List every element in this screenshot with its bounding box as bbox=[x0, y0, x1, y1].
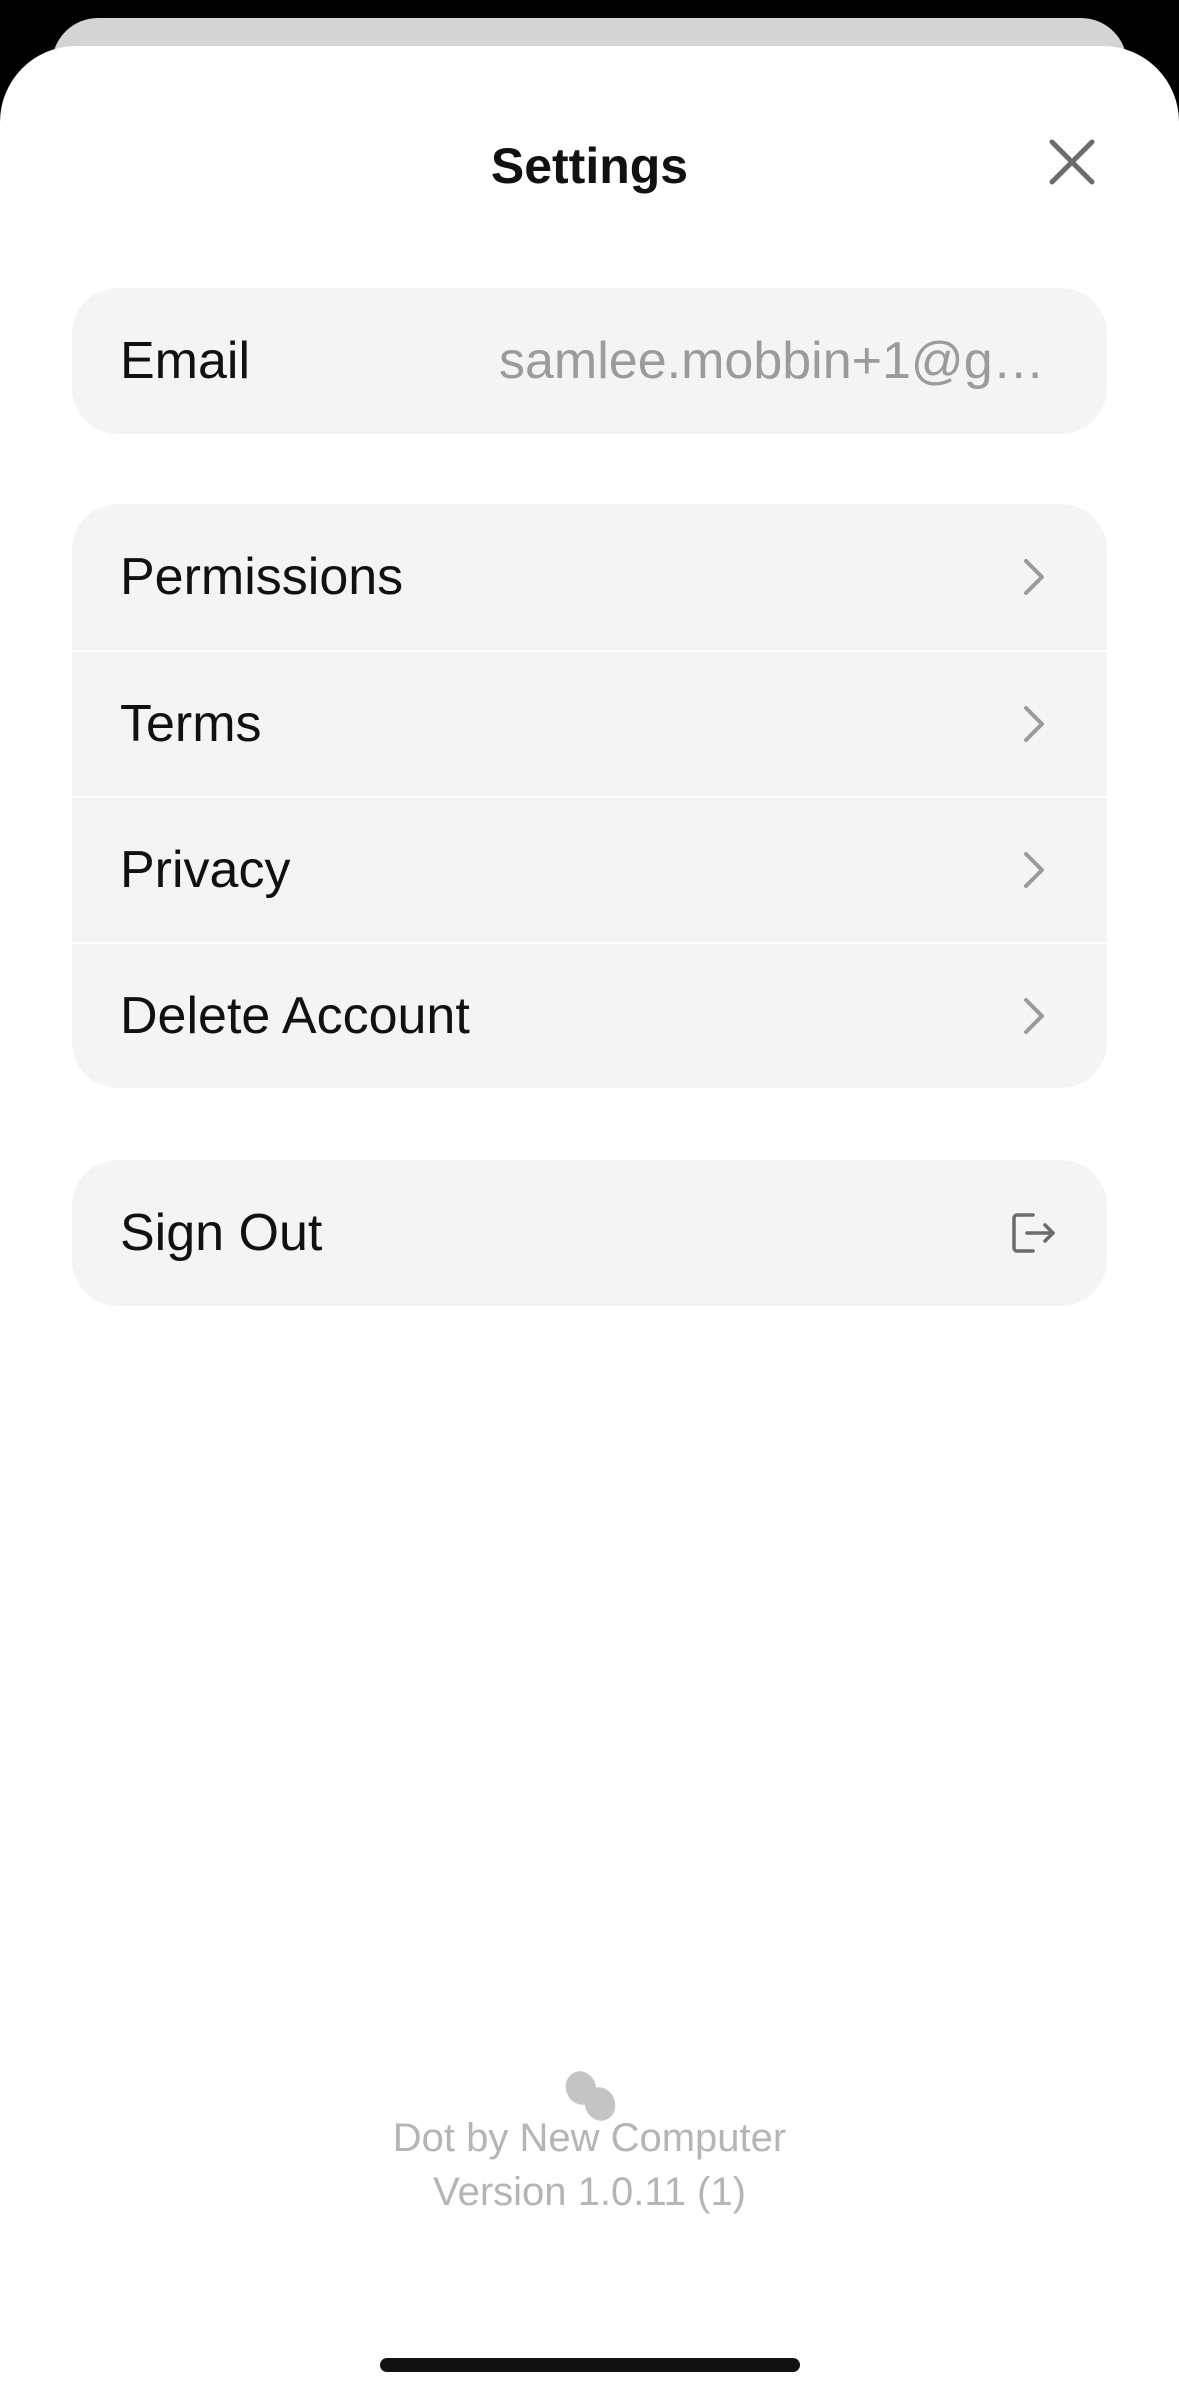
menu-item-delete-account[interactable]: Delete Account bbox=[72, 942, 1107, 1088]
sign-out-card: Sign Out bbox=[72, 1160, 1107, 1306]
chevron-right-icon bbox=[1007, 844, 1059, 896]
menu-item-terms[interactable]: Terms bbox=[72, 650, 1107, 796]
version-text: Version 1.0.11 (1) bbox=[433, 2170, 746, 2214]
menu-item-label: Delete Account bbox=[120, 987, 470, 1045]
menu-item-privacy[interactable]: Privacy bbox=[72, 796, 1107, 942]
sign-out-icon bbox=[1007, 1207, 1059, 1259]
sign-out-button[interactable]: Sign Out bbox=[72, 1160, 1107, 1306]
menu-item-label: Terms bbox=[120, 695, 262, 753]
menu-item-label: Permissions bbox=[120, 548, 404, 606]
app-name-text: Dot by New Computer bbox=[392, 2116, 787, 2160]
settings-menu-card: Permissions Terms Privacy Delete Account bbox=[72, 504, 1107, 1088]
email-value: samlee.mobbin+1@gm... bbox=[499, 332, 1059, 390]
email-card: Email samlee.mobbin+1@gm... bbox=[72, 288, 1107, 434]
sign-out-label: Sign Out bbox=[120, 1204, 323, 1262]
home-indicator[interactable] bbox=[380, 2358, 800, 2372]
chevron-right-icon bbox=[1007, 551, 1059, 603]
menu-item-permissions[interactable]: Permissions bbox=[72, 504, 1107, 650]
menu-item-label: Privacy bbox=[120, 841, 291, 899]
chevron-right-icon bbox=[1007, 698, 1059, 750]
settings-sheet: Settings Email samlee.mobbin+1@gm... Per… bbox=[0, 46, 1179, 2397]
close-button[interactable] bbox=[1036, 126, 1108, 198]
chevron-right-icon bbox=[1007, 990, 1059, 1042]
email-row[interactable]: Email samlee.mobbin+1@gm... bbox=[72, 288, 1107, 434]
page-title: Settings bbox=[490, 138, 689, 194]
email-label: Email bbox=[120, 332, 251, 390]
close-icon bbox=[1049, 139, 1095, 185]
